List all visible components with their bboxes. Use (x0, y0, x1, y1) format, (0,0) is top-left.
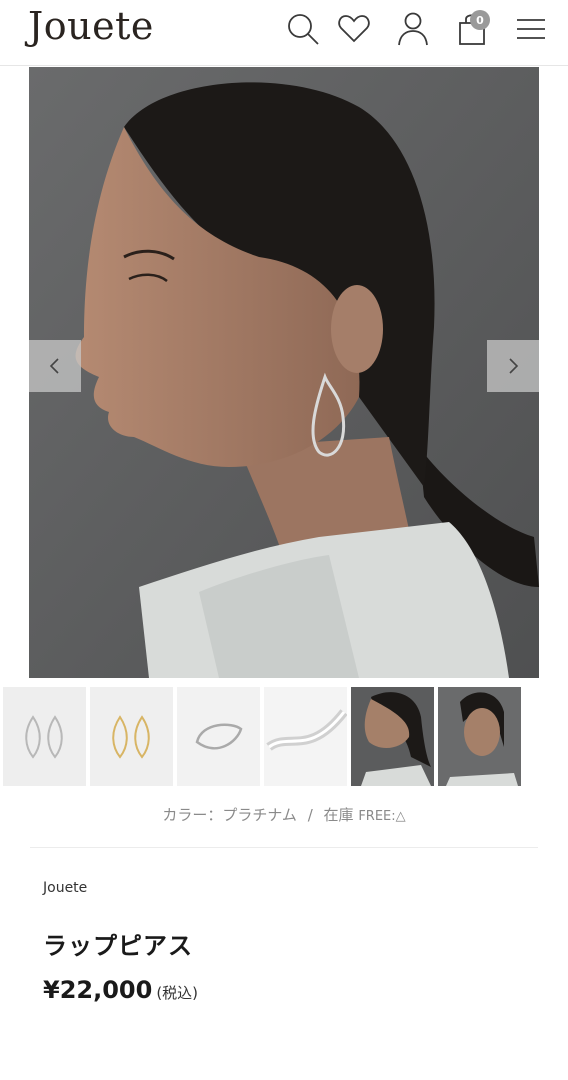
stock-label: 在庫 (323, 806, 354, 824)
separator: / (307, 806, 313, 824)
search-button[interactable] (283, 8, 323, 50)
stock-value: FREE:△ (358, 809, 406, 824)
favorites-button[interactable] (334, 8, 374, 50)
cart-count-badge: 0 (470, 10, 490, 30)
thumbnail-closeup[interactable] (264, 687, 347, 786)
search-icon (288, 14, 319, 45)
menu-button[interactable] (511, 8, 551, 50)
thumbnail-gold-pair[interactable] (90, 687, 173, 786)
user-icon (398, 12, 428, 46)
color-label: カラー：プラチナム (162, 806, 297, 824)
thumbnail-single-side[interactable] (177, 687, 260, 786)
hamburger-menu-icon (517, 19, 545, 39)
cart-button[interactable]: 0 (452, 8, 492, 50)
variant-stock-line: カラー：プラチナム / 在庫 FREE:△ (0, 804, 568, 825)
next-image-button[interactable] (487, 340, 539, 392)
thumbnail-silver-pair[interactable] (3, 687, 86, 786)
heart-icon (338, 15, 370, 43)
product-price-row: ¥22,000 (税込) (43, 976, 198, 1004)
thumbnail-model-profile[interactable] (351, 687, 434, 786)
previous-image-button[interactable] (29, 340, 81, 392)
thumbnail-model-front[interactable] (438, 687, 521, 786)
account-button[interactable] (393, 8, 433, 50)
product-name: ラップピアス (43, 932, 193, 960)
chevron-right-icon (509, 358, 519, 374)
product-brand[interactable]: Jouete (43, 880, 87, 896)
divider (30, 847, 538, 848)
site-header: Jouete 0 (0, 0, 568, 66)
thumbnail-strip (0, 687, 568, 787)
site-logo[interactable]: Jouete (28, 4, 154, 48)
product-price: ¥22,000 (43, 976, 153, 1004)
chevron-left-icon (49, 358, 59, 374)
product-main-image (29, 67, 539, 678)
tax-note: (税込) (156, 984, 199, 1002)
